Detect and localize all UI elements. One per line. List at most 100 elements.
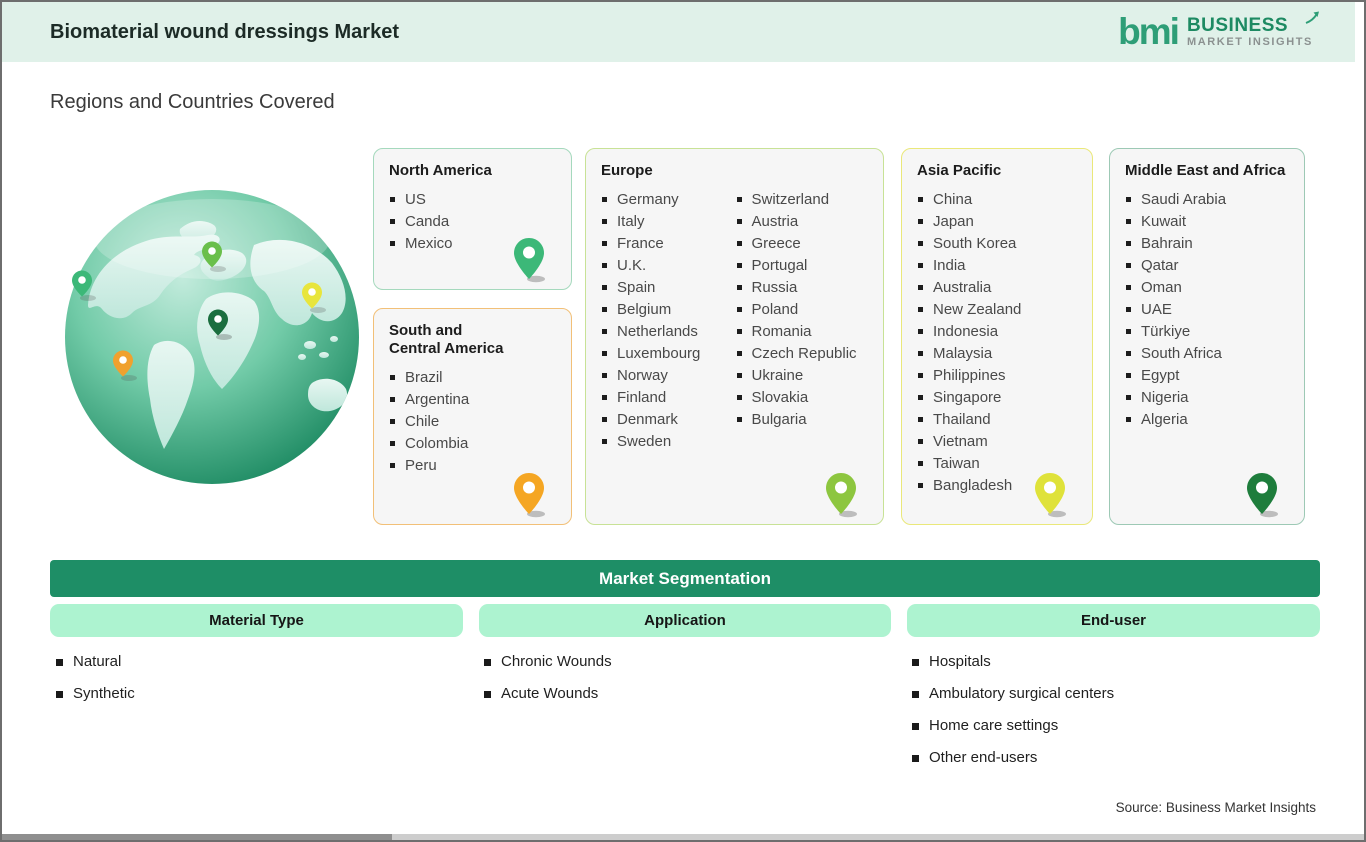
source-note: Source: Business Market Insights <box>1115 800 1316 815</box>
country-list: China Japan South Korea India Australia … <box>916 189 1078 497</box>
country-item: Slovakia <box>735 387 870 409</box>
map-pin-icon <box>511 472 547 518</box>
country-item: Spain <box>600 277 735 299</box>
country-item: Bahrain <box>1124 233 1290 255</box>
country-item: Saudi Arabia <box>1124 189 1290 211</box>
country-item: Finland <box>600 387 735 409</box>
country-item: Netherlands <box>600 321 735 343</box>
logo-arrow-icon <box>1305 11 1319 24</box>
country-item: Thailand <box>916 409 1078 431</box>
country-item: Denmark <box>600 409 735 431</box>
country-item: Chile <box>388 411 557 433</box>
country-item: Singapore <box>916 387 1078 409</box>
country-item: France <box>600 233 735 255</box>
region-title: Asia Pacific <box>917 162 1002 179</box>
country-item: Algeria <box>1124 409 1290 431</box>
country-item: Türkiye <box>1124 321 1290 343</box>
segment-header-material-type: Material Type <box>50 604 463 637</box>
country-item: Malaysia <box>916 343 1078 365</box>
segmentation-banner: Market Segmentation <box>50 560 1320 597</box>
map-pin-icon <box>511 237 547 283</box>
country-columns: Germany Italy France U.K. Spain Belgium … <box>600 189 869 453</box>
country-item: Sweden <box>600 431 735 453</box>
segment-header-application: Application <box>479 604 891 637</box>
segment-list-application: Chronic Wounds Acute Wounds <box>484 653 612 717</box>
segment-item: Natural <box>56 653 135 671</box>
country-item: U.K. <box>600 255 735 277</box>
map-pin-icon <box>1244 472 1280 518</box>
logo-line2: MARKET INSIGHTS <box>1186 35 1313 48</box>
country-item: Nigeria <box>1124 387 1290 409</box>
country-item: Russia <box>735 277 870 299</box>
region-title: North America <box>389 162 492 179</box>
country-item: Brazil <box>388 367 557 389</box>
globe-illustration <box>62 187 362 487</box>
bmi-logo: bmi BUSINESS MARKET INSIGHTS <box>1118 11 1319 52</box>
country-list: Germany Italy France U.K. Spain Belgium … <box>600 189 735 453</box>
country-item: Argentina <box>388 389 557 411</box>
country-item: UAE <box>1124 299 1290 321</box>
country-item: Australia <box>916 277 1078 299</box>
section-title: Regions and Countries Covered <box>50 91 335 113</box>
country-item: Poland <box>735 299 870 321</box>
country-item: Norway <box>600 365 735 387</box>
header-bar: Biomaterial wound dressings Market bmi B… <box>2 2 1355 62</box>
country-list: Brazil Argentina Chile Colombia Peru <box>388 367 557 477</box>
map-pin-icon <box>823 472 859 518</box>
country-item: Austria <box>735 211 870 233</box>
country-item: Luxembourg <box>600 343 735 365</box>
segment-list-end-user: Hospitals Ambulatory surgical centers Ho… <box>912 653 1114 781</box>
country-item: Indonesia <box>916 321 1078 343</box>
segment-item: Other end-users <box>912 749 1114 767</box>
country-item: Portugal <box>735 255 870 277</box>
segment-item: Home care settings <box>912 717 1114 735</box>
country-item: Vietnam <box>916 431 1078 453</box>
country-list: Saudi Arabia Kuwait Bahrain Qatar Oman U… <box>1124 189 1290 431</box>
country-item: Germany <box>600 189 735 211</box>
country-item: US <box>388 189 557 211</box>
country-item: Belgium <box>600 299 735 321</box>
country-item: China <box>916 189 1078 211</box>
country-item: Philippines <box>916 365 1078 387</box>
segment-list-material-type: Natural Synthetic <box>56 653 135 717</box>
country-item: Qatar <box>1124 255 1290 277</box>
logo-text: BUSINESS MARKET INSIGHTS <box>1186 14 1313 49</box>
country-item: Czech Republic <box>735 343 870 365</box>
country-item: India <box>916 255 1078 277</box>
country-item: Ukraine <box>735 365 870 387</box>
country-item: Oman <box>1124 277 1290 299</box>
country-item: South Africa <box>1124 343 1290 365</box>
country-item: Japan <box>916 211 1078 233</box>
segment-item: Chronic Wounds <box>484 653 612 671</box>
country-item: Egypt <box>1124 365 1290 387</box>
country-item: Kuwait <box>1124 211 1290 233</box>
region-card-north-america: North America US Canda Mexico <box>373 148 572 290</box>
region-card-europe: Europe Germany Italy France U.K. Spain B… <box>585 148 884 525</box>
logo-line1: BUSINESS <box>1186 14 1289 36</box>
region-card-asia-pacific: Asia Pacific China Japan South Korea Ind… <box>901 148 1093 525</box>
country-item: Romania <box>735 321 870 343</box>
region-card-middle-east-africa: Middle East and Africa Saudi Arabia Kuwa… <box>1109 148 1305 525</box>
region-title: Middle East and Africa <box>1125 162 1286 179</box>
country-item: Greece <box>735 233 870 255</box>
country-item: New Zealand <box>916 299 1078 321</box>
segment-item: Hospitals <box>912 653 1114 671</box>
country-item: Colombia <box>388 433 557 455</box>
country-item: Italy <box>600 211 735 233</box>
horizontal-scrollbar[interactable] <box>2 834 1364 840</box>
country-item: Canda <box>388 211 557 233</box>
logo-mark: bmi <box>1118 11 1180 52</box>
infographic-page: Biomaterial wound dressings Market bmi B… <box>0 0 1366 842</box>
region-title: Europe <box>601 162 653 179</box>
segment-item: Acute Wounds <box>484 685 612 703</box>
scrollbar-thumb[interactable] <box>2 834 392 840</box>
country-item: South Korea <box>916 233 1078 255</box>
segment-item: Ambulatory surgical centers <box>912 685 1114 703</box>
page-title: Biomaterial wound dressings Market <box>50 21 399 43</box>
segment-item: Synthetic <box>56 685 135 703</box>
segment-header-end-user: End-user <box>907 604 1320 637</box>
map-pin-icon <box>1032 472 1068 518</box>
country-item: Switzerland <box>735 189 870 211</box>
country-item: Bulgaria <box>735 409 870 431</box>
region-title: South and Central America <box>389 322 504 357</box>
